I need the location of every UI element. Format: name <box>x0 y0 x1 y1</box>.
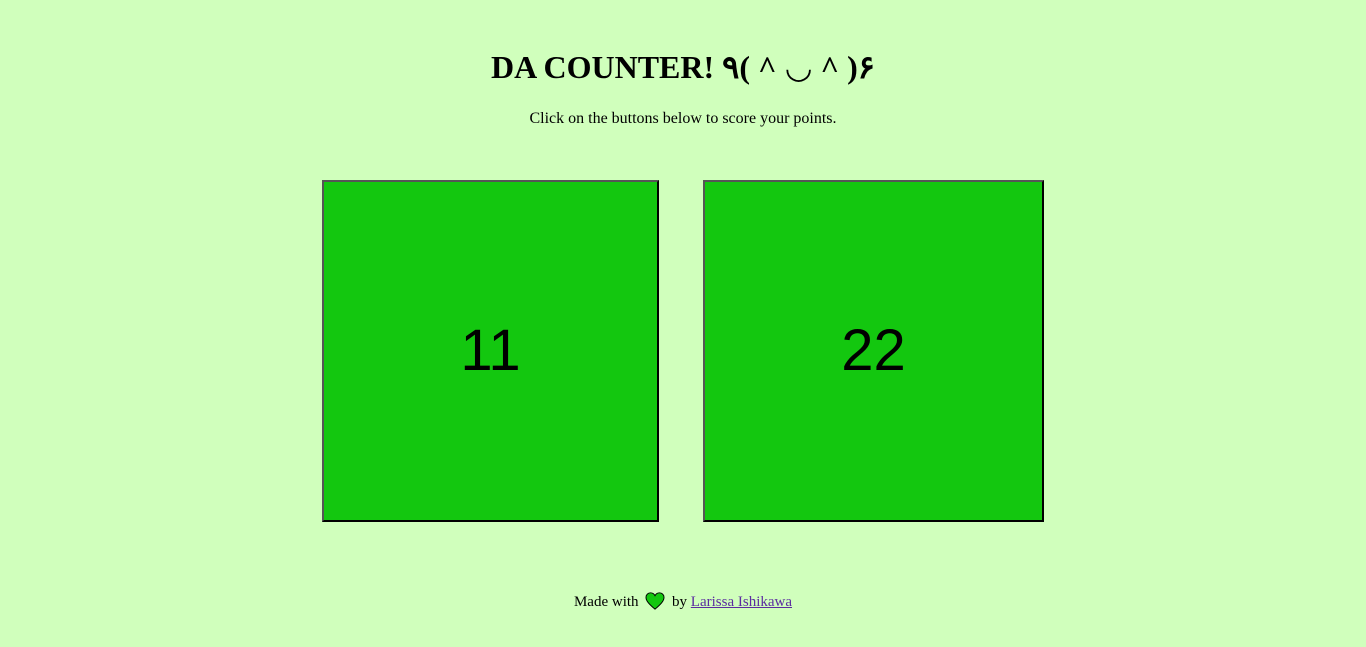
counter-button-1[interactable]: 11 <box>322 180 659 522</box>
page-title: DA COUNTER! ٩( ^ ◡ ^ )۶ <box>491 49 875 85</box>
footer-made-with: Made with <box>573 594 639 610</box>
heart-icon <box>645 592 665 610</box>
footer: Made with by Larissa Ishikawa <box>0 592 1366 612</box>
footer-by: by <box>672 594 688 610</box>
page-subtitle: Click on the buttons below to score your… <box>529 110 837 127</box>
counter-button-2[interactable]: 22 <box>703 180 1044 522</box>
counter-value-2: 22 <box>841 318 906 383</box>
page: DA COUNTER! ٩( ^ ◡ ^ )۶ Click on the but… <box>0 0 1366 647</box>
author-link[interactable]: Larissa Ishikawa <box>691 594 792 610</box>
counter-value-1: 11 <box>460 318 521 383</box>
